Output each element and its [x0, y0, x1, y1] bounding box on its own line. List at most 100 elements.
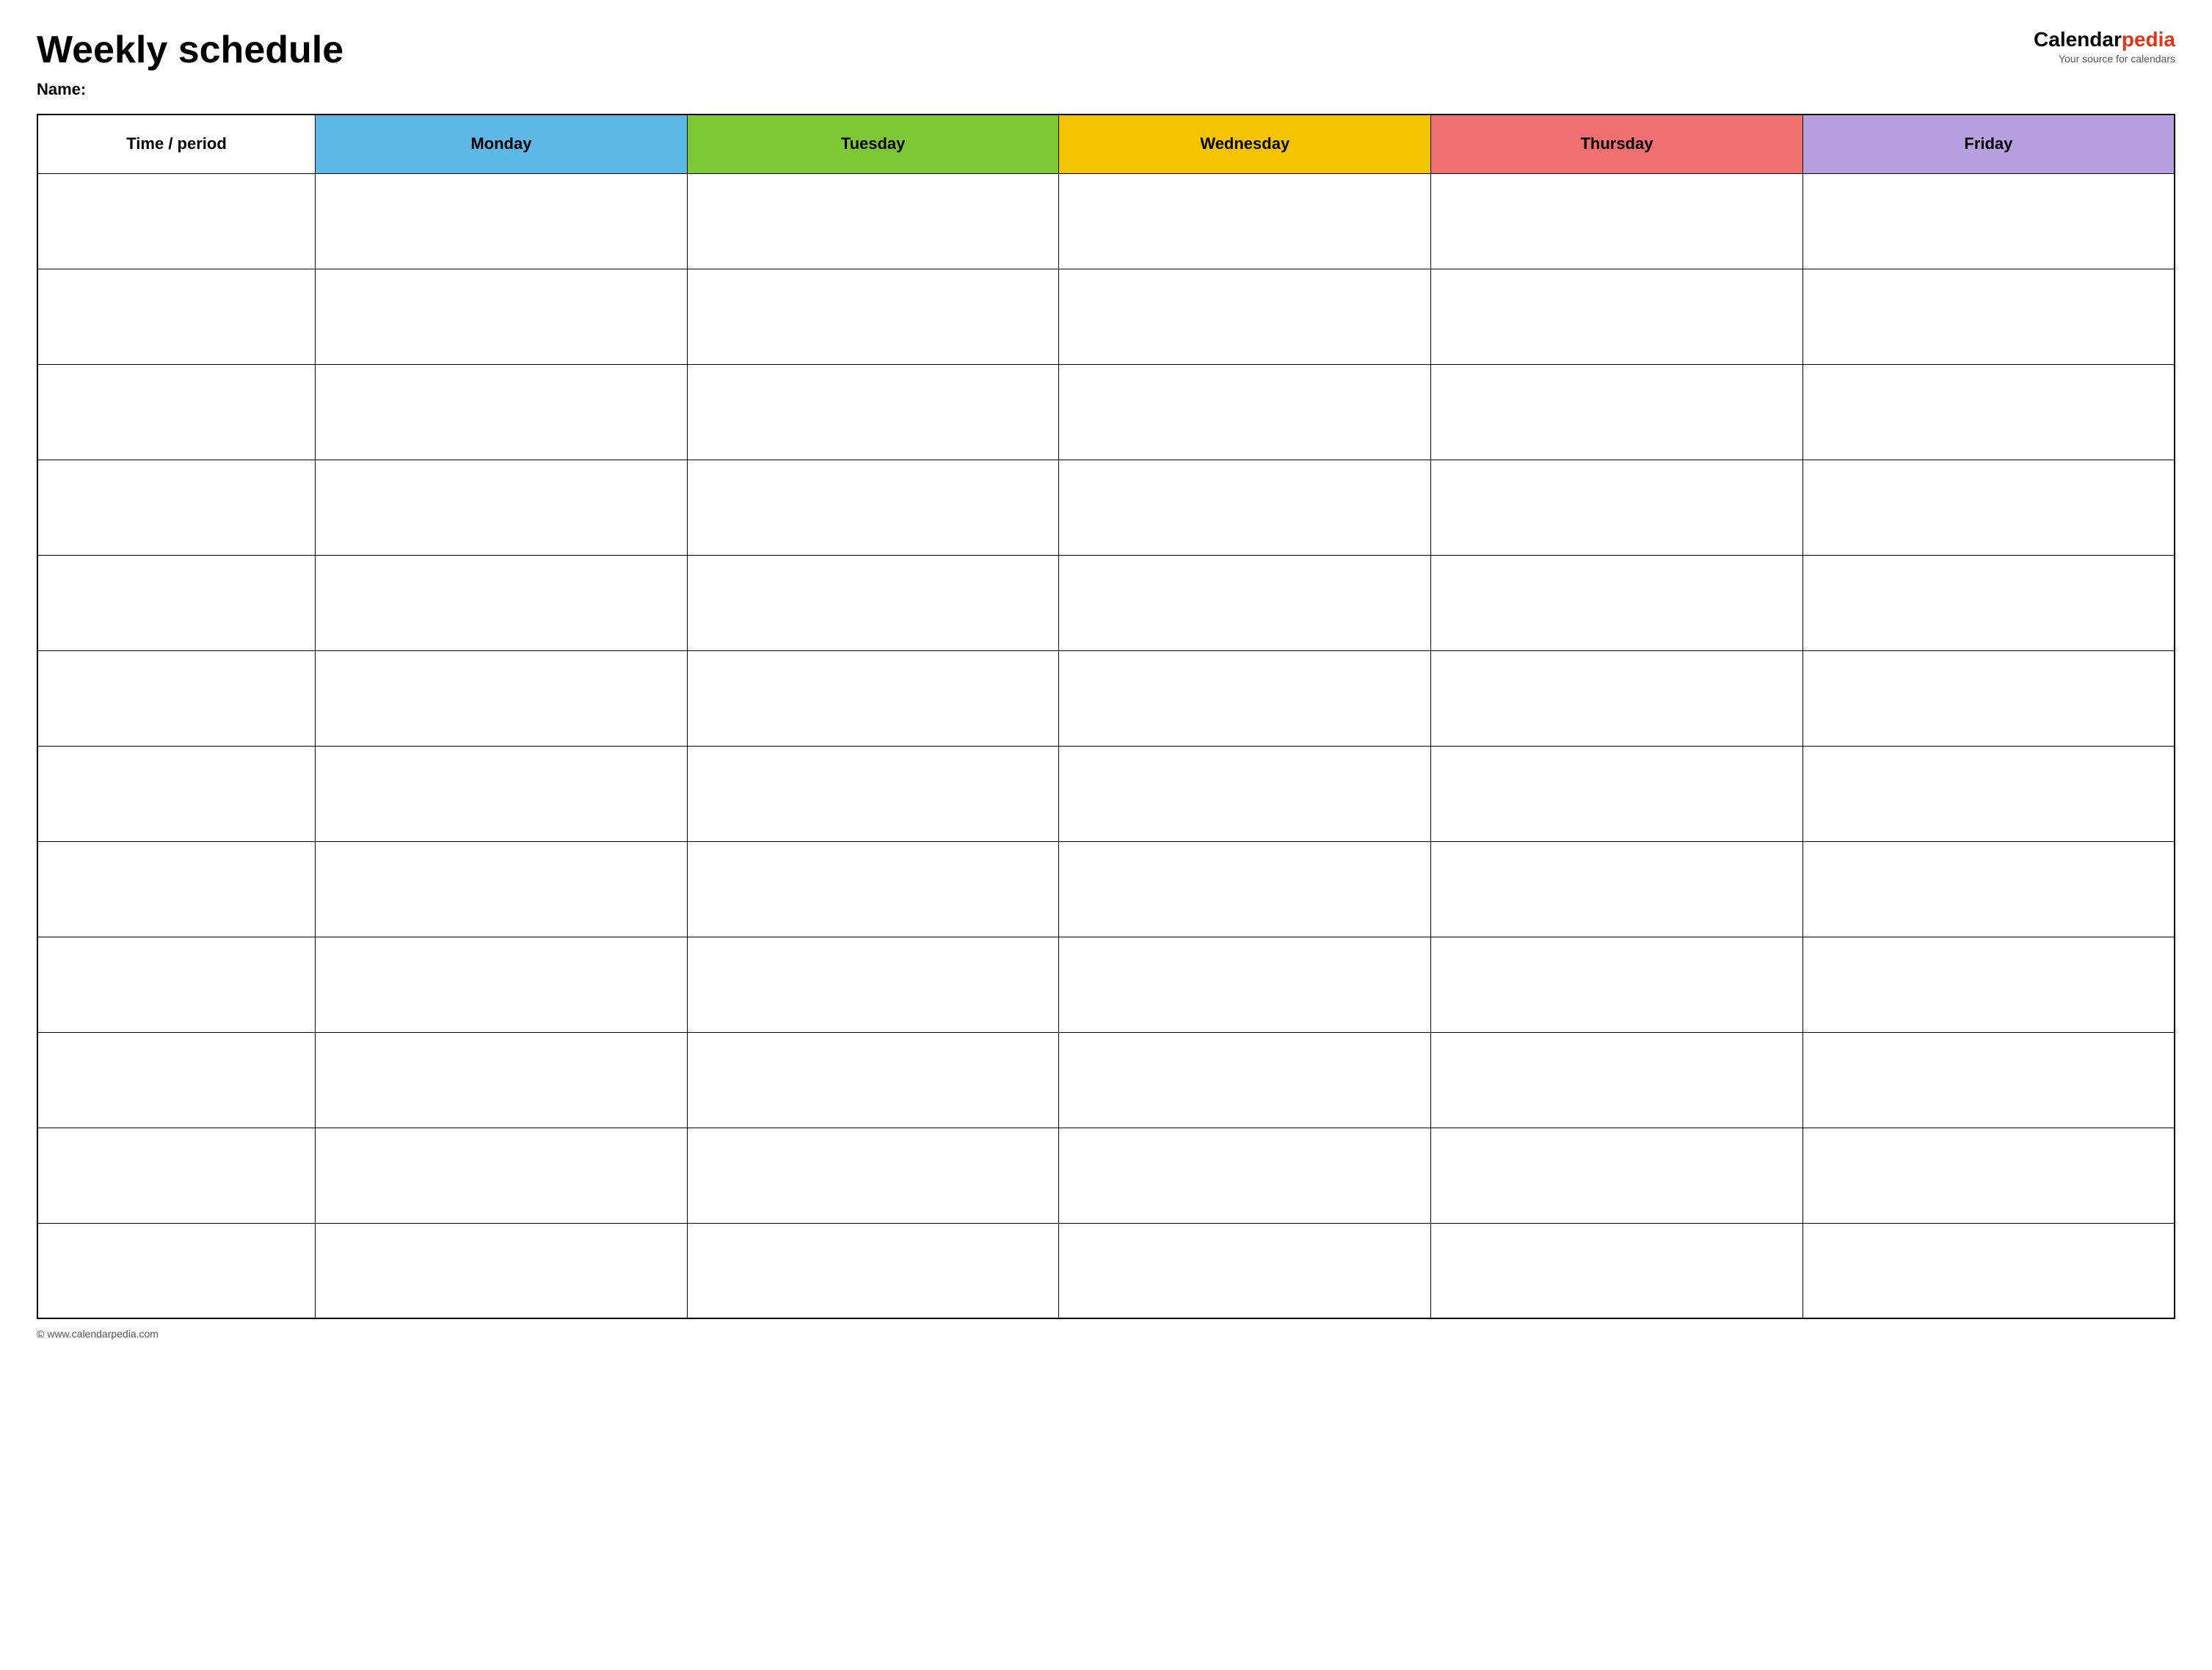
cell-row11-col1[interactable] — [316, 1223, 688, 1318]
cell-row10-col2[interactable] — [687, 1128, 1059, 1223]
cell-row7-col4[interactable] — [1431, 841, 1803, 937]
cell-row8-col3[interactable] — [1059, 937, 1431, 1032]
col-header-wednesday: Wednesday — [1059, 115, 1431, 173]
cell-row4-col1[interactable] — [316, 555, 688, 650]
cell-row8-col5[interactable] — [1802, 937, 2175, 1032]
cell-row7-col3[interactable] — [1059, 841, 1431, 937]
cell-row1-col5[interactable] — [1802, 269, 2175, 364]
cell-row10-col0[interactable] — [37, 1128, 316, 1223]
cell-row1-col2[interactable] — [687, 269, 1059, 364]
table-row — [37, 555, 2175, 650]
table-row — [37, 1128, 2175, 1223]
schedule-table: Time / period Monday Tuesday Wednesday T… — [37, 114, 2175, 1319]
cell-row3-col1[interactable] — [316, 460, 688, 555]
cell-row6-col3[interactable] — [1059, 746, 1431, 841]
cell-row3-col0[interactable] — [37, 460, 316, 555]
cell-row1-col1[interactable] — [316, 269, 688, 364]
cell-row0-col5[interactable] — [1802, 173, 2175, 269]
cell-row7-col2[interactable] — [687, 841, 1059, 937]
cell-row9-col2[interactable] — [687, 1032, 1059, 1128]
cell-row6-col2[interactable] — [687, 746, 1059, 841]
footer: © www.calendarpedia.com — [37, 1328, 2175, 1340]
logo-tagline: Your source for calendars — [2059, 53, 2175, 65]
cell-row3-col5[interactable] — [1802, 460, 2175, 555]
cell-row6-col1[interactable] — [316, 746, 688, 841]
cell-row2-col5[interactable] — [1802, 364, 2175, 460]
cell-row11-col2[interactable] — [687, 1223, 1059, 1318]
table-row — [37, 650, 2175, 746]
cell-row11-col3[interactable] — [1059, 1223, 1431, 1318]
name-label: Name: — [37, 80, 343, 99]
cell-row5-col4[interactable] — [1431, 650, 1803, 746]
cell-row11-col0[interactable] — [37, 1223, 316, 1318]
cell-row9-col1[interactable] — [316, 1032, 688, 1128]
table-row — [37, 364, 2175, 460]
cell-row0-col1[interactable] — [316, 173, 688, 269]
logo-calendar: Calendar — [2034, 28, 2122, 51]
table-row — [37, 269, 2175, 364]
cell-row7-col0[interactable] — [37, 841, 316, 937]
cell-row4-col2[interactable] — [687, 555, 1059, 650]
cell-row7-col1[interactable] — [316, 841, 688, 937]
footer-url: © www.calendarpedia.com — [37, 1328, 159, 1340]
cell-row9-col0[interactable] — [37, 1032, 316, 1128]
cell-row0-col2[interactable] — [687, 173, 1059, 269]
cell-row9-col4[interactable] — [1431, 1032, 1803, 1128]
cell-row9-col3[interactable] — [1059, 1032, 1431, 1128]
cell-row8-col1[interactable] — [316, 937, 688, 1032]
logo-pedia: pedia — [2122, 28, 2175, 51]
col-header-monday: Monday — [316, 115, 688, 173]
cell-row2-col2[interactable] — [687, 364, 1059, 460]
cell-row0-col0[interactable] — [37, 173, 316, 269]
cell-row3-col3[interactable] — [1059, 460, 1431, 555]
cell-row2-col0[interactable] — [37, 364, 316, 460]
logo-area: Calendarpedia Your source for calendars — [2034, 29, 2175, 65]
table-row — [37, 746, 2175, 841]
cell-row4-col4[interactable] — [1431, 555, 1803, 650]
cell-row6-col4[interactable] — [1431, 746, 1803, 841]
table-row — [37, 460, 2175, 555]
cell-row8-col2[interactable] — [687, 937, 1059, 1032]
col-header-friday: Friday — [1802, 115, 2175, 173]
cell-row0-col3[interactable] — [1059, 173, 1431, 269]
cell-row2-col4[interactable] — [1431, 364, 1803, 460]
title-area: Weekly schedule Name: — [37, 29, 343, 99]
cell-row5-col3[interactable] — [1059, 650, 1431, 746]
table-row — [37, 841, 2175, 937]
cell-row11-col5[interactable] — [1802, 1223, 2175, 1318]
cell-row10-col3[interactable] — [1059, 1128, 1431, 1223]
cell-row5-col1[interactable] — [316, 650, 688, 746]
table-row — [37, 1032, 2175, 1128]
cell-row4-col3[interactable] — [1059, 555, 1431, 650]
table-row — [37, 173, 2175, 269]
col-header-thursday: Thursday — [1431, 115, 1803, 173]
cell-row1-col0[interactable] — [37, 269, 316, 364]
cell-row5-col5[interactable] — [1802, 650, 2175, 746]
col-header-time: Time / period — [37, 115, 316, 173]
cell-row10-col4[interactable] — [1431, 1128, 1803, 1223]
cell-row4-col0[interactable] — [37, 555, 316, 650]
col-header-tuesday: Tuesday — [687, 115, 1059, 173]
cell-row10-col1[interactable] — [316, 1128, 688, 1223]
cell-row1-col3[interactable] — [1059, 269, 1431, 364]
cell-row3-col2[interactable] — [687, 460, 1059, 555]
cell-row6-col0[interactable] — [37, 746, 316, 841]
cell-row5-col0[interactable] — [37, 650, 316, 746]
cell-row4-col5[interactable] — [1802, 555, 2175, 650]
cell-row0-col4[interactable] — [1431, 173, 1803, 269]
cell-row2-col3[interactable] — [1059, 364, 1431, 460]
cell-row8-col0[interactable] — [37, 937, 316, 1032]
cell-row6-col5[interactable] — [1802, 746, 2175, 841]
cell-row3-col4[interactable] — [1431, 460, 1803, 555]
cell-row5-col2[interactable] — [687, 650, 1059, 746]
cell-row8-col4[interactable] — [1431, 937, 1803, 1032]
cell-row10-col5[interactable] — [1802, 1128, 2175, 1223]
cell-row1-col4[interactable] — [1431, 269, 1803, 364]
table-row — [37, 937, 2175, 1032]
cell-row2-col1[interactable] — [316, 364, 688, 460]
cell-row11-col4[interactable] — [1431, 1223, 1803, 1318]
cell-row9-col5[interactable] — [1802, 1032, 2175, 1128]
cell-row7-col5[interactable] — [1802, 841, 2175, 937]
table-header-row: Time / period Monday Tuesday Wednesday T… — [37, 115, 2175, 173]
page-title: Weekly schedule — [37, 29, 343, 71]
